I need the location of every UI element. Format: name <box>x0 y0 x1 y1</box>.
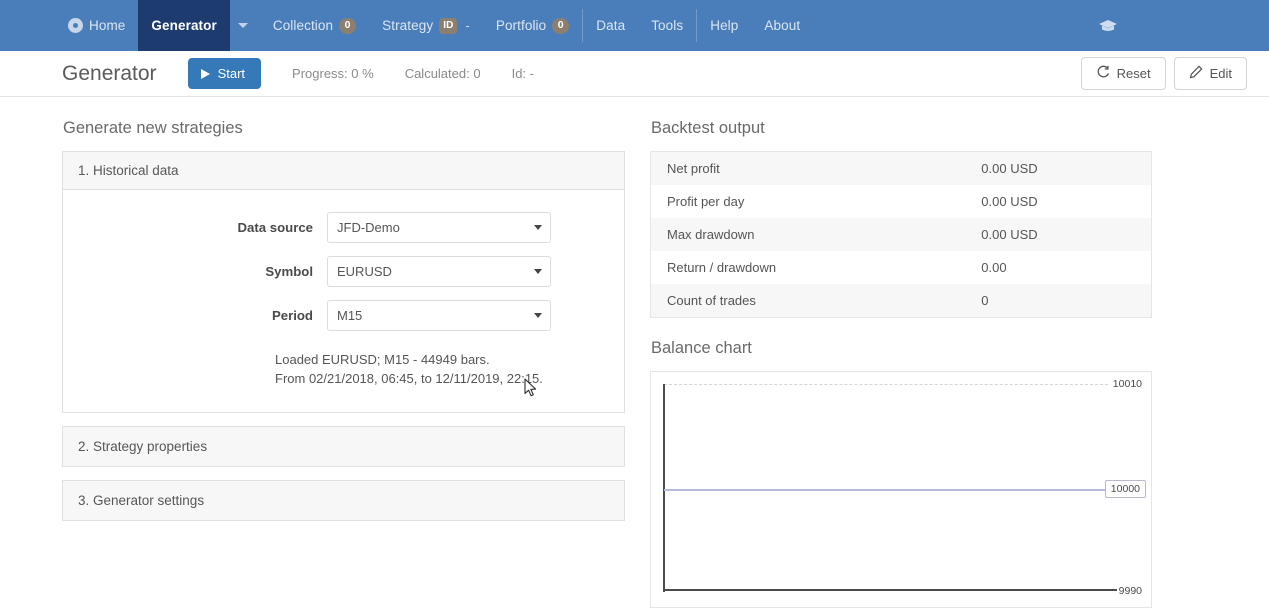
chart-ytick-top: 10010 <box>1113 378 1142 390</box>
id-status: Id: - <box>512 66 534 81</box>
reset-button[interactable]: Reset <box>1081 57 1166 90</box>
pencil-icon <box>1189 65 1203 82</box>
form-row-period: Period M15 <box>76 300 611 331</box>
table-row: Count of trades 0 <box>651 284 1152 318</box>
balance-chart-heading: Balance chart <box>651 339 1152 358</box>
strategy-id-value: - <box>465 18 469 33</box>
loaded-data-info: Loaded EURUSD; M15 - 44949 bars. From 02… <box>76 350 611 388</box>
table-row: Net profit 0.00 USD <box>651 152 1152 186</box>
nav-item-help-label: Help <box>710 18 738 33</box>
nav-item-about[interactable]: About <box>751 0 813 51</box>
stat-label: Max drawdown <box>651 218 982 251</box>
loaded-bars-line: Loaded EURUSD; M15 - 44949 bars. <box>275 350 611 369</box>
nav-generator-dropdown-toggle[interactable] <box>230 0 260 51</box>
nav-item-home[interactable]: Home <box>55 0 138 51</box>
chart-series-balance <box>664 489 1108 491</box>
nav-item-data[interactable]: Data <box>583 0 638 51</box>
period-label: Period <box>76 308 327 323</box>
stat-label: Net profit <box>651 152 982 186</box>
chart-y-axis <box>663 384 665 592</box>
graduation-cap-icon[interactable] <box>1097 15 1119 37</box>
stat-value: 0 <box>981 284 1151 318</box>
toolbar-actions: Reset Edit <box>1081 57 1247 90</box>
start-button-label: Start <box>218 66 245 81</box>
results-column: Backtest output Net profit 0.00 USD Prof… <box>650 119 1152 608</box>
reset-button-label: Reset <box>1117 66 1151 81</box>
nav-item-data-label: Data <box>596 18 625 33</box>
nav-item-collection-label: Collection <box>273 18 333 33</box>
generator-column: Generate new strategies 1. Historical da… <box>62 119 625 608</box>
stat-value: 0.00 USD <box>981 218 1151 251</box>
table-row: Profit per day 0.00 USD <box>651 185 1152 218</box>
chevron-down-icon <box>238 23 248 28</box>
historical-data-panel: 1. Historical data Data source JFD-Demo … <box>62 151 625 413</box>
stat-label: Return / drawdown <box>651 251 982 284</box>
chart-x-axis <box>663 589 1117 591</box>
generate-heading: Generate new strategies <box>63 119 625 138</box>
page-title: Generator <box>62 62 157 86</box>
collection-count-badge: 0 <box>339 18 356 34</box>
balance-chart-plot-area: 10010 10000 9990 <box>651 372 1151 607</box>
stat-value: 0.00 USD <box>981 185 1151 218</box>
form-row-symbol: Symbol EURUSD <box>76 256 611 287</box>
backtest-output-heading: Backtest output <box>651 119 1152 138</box>
nav-item-home-label: Home <box>89 18 125 33</box>
stat-label: Count of trades <box>651 284 982 318</box>
stat-value: 0.00 USD <box>981 152 1151 186</box>
symbol-select[interactable]: EURUSD <box>327 256 551 287</box>
historical-data-body: Data source JFD-Demo Symbol EURUSD <box>63 190 624 412</box>
main-navbar: Home Generator Collection 0 Strategy ID … <box>0 0 1269 51</box>
start-button[interactable]: Start <box>188 58 261 89</box>
strategy-properties-header[interactable]: 2. Strategy properties <box>62 426 625 467</box>
nav-item-generator[interactable]: Generator <box>138 0 229 51</box>
form-row-data-source: Data source JFD-Demo <box>76 212 611 243</box>
loaded-range-line: From 02/21/2018, 06:45, to 12/11/2019, 2… <box>275 369 611 388</box>
generator-settings-header[interactable]: 3. Generator settings <box>62 480 625 521</box>
data-source-select[interactable]: JFD-Demo <box>327 212 551 243</box>
nav-item-portfolio-label: Portfolio <box>496 18 546 33</box>
balance-chart[interactable]: 10010 10000 9990 <box>650 371 1152 608</box>
nav-item-portfolio[interactable]: Portfolio 0 <box>483 0 582 51</box>
circle-dot-icon <box>68 18 83 33</box>
chart-ytick-current: 10000 <box>1105 480 1146 498</box>
historical-data-header[interactable]: 1. Historical data <box>63 152 624 190</box>
period-select[interactable]: M15 <box>327 300 551 331</box>
symbol-select-wrap: EURUSD <box>327 256 551 287</box>
data-source-select-wrap: JFD-Demo <box>327 212 551 243</box>
edit-button[interactable]: Edit <box>1174 57 1247 90</box>
page-content: Generate new strategies 1. Historical da… <box>0 97 1269 608</box>
strategy-id-badge: ID <box>439 18 457 34</box>
nav-item-collection[interactable]: Collection 0 <box>260 0 369 51</box>
nav-item-tools-label: Tools <box>651 18 683 33</box>
progress-status: Progress: 0 % <box>292 66 374 81</box>
nav-item-tools[interactable]: Tools <box>638 0 696 51</box>
nav-item-about-label: About <box>764 18 800 33</box>
chart-gridline-top <box>664 384 1108 385</box>
calculated-status: Calculated: 0 <box>405 66 481 81</box>
portfolio-count-badge: 0 <box>552 18 569 34</box>
nav-item-help[interactable]: Help <box>697 0 751 51</box>
nav-item-generator-label: Generator <box>151 18 216 33</box>
refresh-icon <box>1096 65 1110 82</box>
backtest-output-table: Net profit 0.00 USD Profit per day 0.00 … <box>650 151 1152 318</box>
stat-value: 0.00 <box>981 251 1151 284</box>
stat-label: Profit per day <box>651 185 982 218</box>
navbar-right-group <box>1097 0 1269 51</box>
play-icon <box>201 69 210 79</box>
page-toolbar: Generator Start Progress: 0 % Calculated… <box>0 51 1269 97</box>
period-select-wrap: M15 <box>327 300 551 331</box>
chart-ytick-bottom: 9990 <box>1119 585 1142 597</box>
nav-item-strategy[interactable]: Strategy ID - <box>369 0 483 51</box>
table-row: Return / drawdown 0.00 <box>651 251 1152 284</box>
table-row: Max drawdown 0.00 USD <box>651 218 1152 251</box>
edit-button-label: Edit <box>1210 66 1232 81</box>
navbar-left-spacer <box>0 0 55 51</box>
symbol-label: Symbol <box>76 264 327 279</box>
nav-item-strategy-label: Strategy <box>382 18 433 33</box>
data-source-label: Data source <box>76 220 327 235</box>
